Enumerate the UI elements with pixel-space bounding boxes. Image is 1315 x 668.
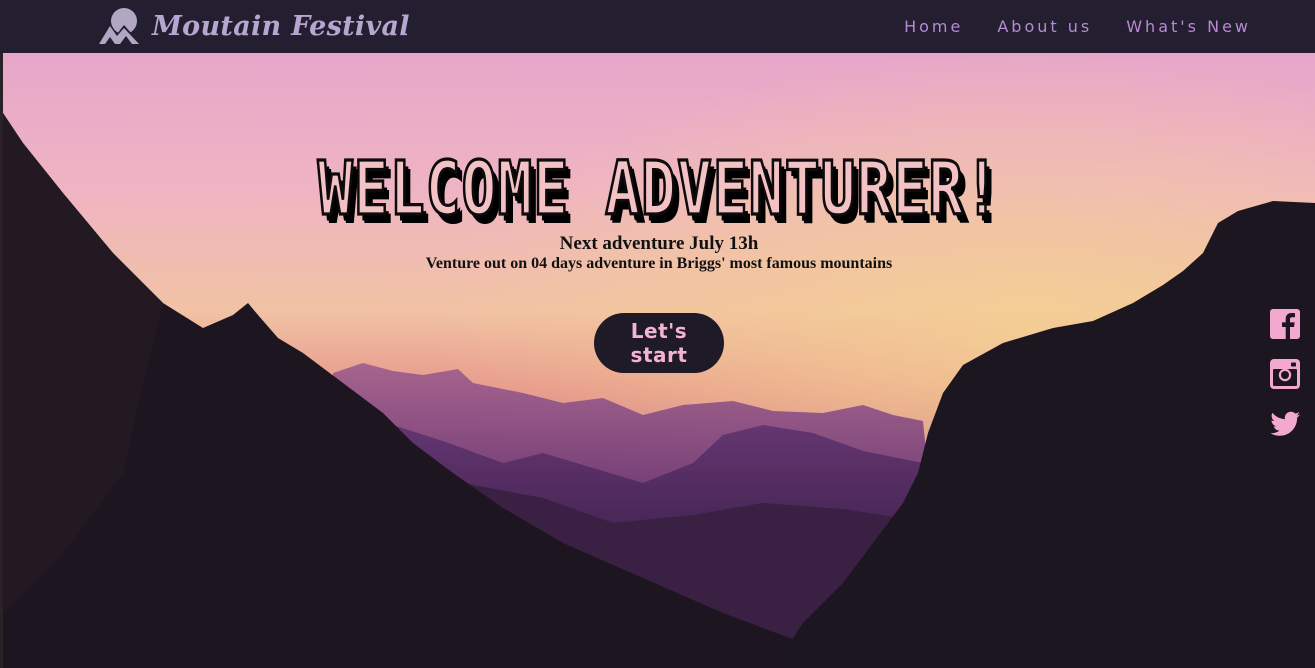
- main-nav: Home About us What's New: [904, 0, 1251, 53]
- hero-subtitle: Venture out on 04 days adventure in Brig…: [425, 255, 893, 272]
- nav-about-us[interactable]: About us: [997, 17, 1092, 36]
- instagram-icon[interactable]: [1269, 358, 1301, 390]
- nav-whats-new[interactable]: What's New: [1126, 17, 1251, 36]
- social-links: [1269, 308, 1301, 440]
- twitter-icon[interactable]: [1269, 408, 1301, 440]
- lets-start-button[interactable]: Let's start: [594, 313, 724, 373]
- hero: WELCOME ADVENTURER! Next adventure July …: [3, 53, 1315, 668]
- page: Moutain Festival Home About us What's Ne…: [0, 0, 1315, 668]
- facebook-icon[interactable]: [1269, 308, 1301, 340]
- hero-next-adventure-date: Next adventure July 13h: [559, 233, 759, 254]
- mountain-logo-icon: [97, 8, 141, 44]
- brand[interactable]: Moutain Festival: [96, 6, 410, 46]
- site-header: Moutain Festival Home About us What's Ne…: [0, 0, 1315, 53]
- nav-home[interactable]: Home: [904, 17, 963, 36]
- brand-title: Moutain Festival: [152, 10, 410, 42]
- hero-title: WELCOME ADVENTURER!: [317, 143, 1001, 233]
